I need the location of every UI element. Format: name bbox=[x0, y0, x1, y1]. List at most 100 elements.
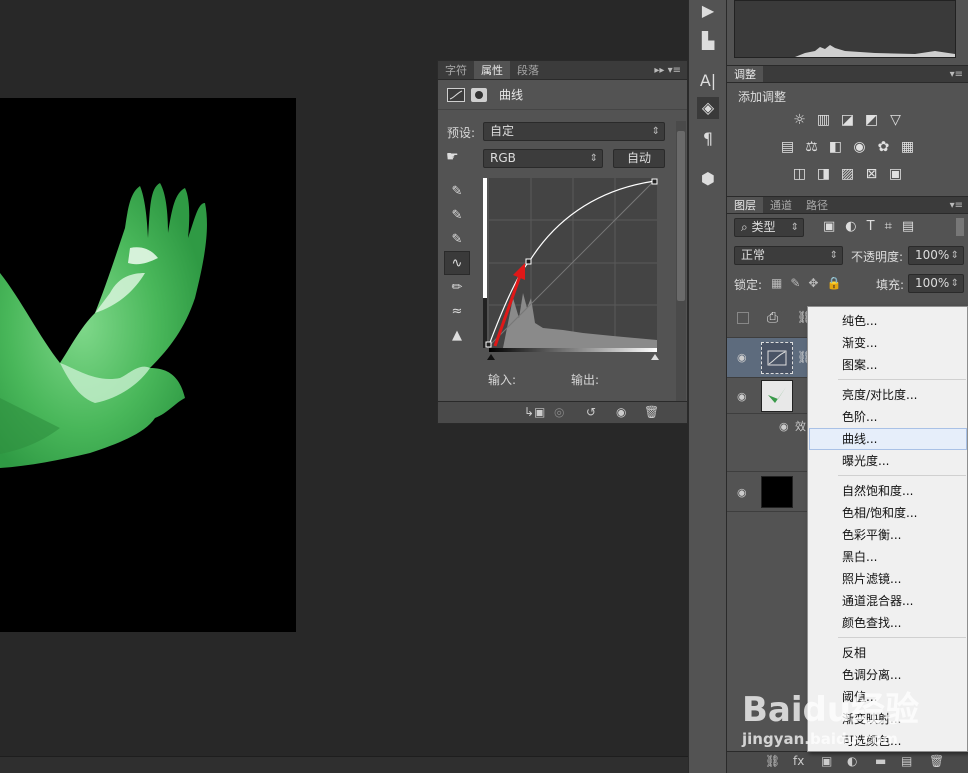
properties-icon[interactable]: ◈ bbox=[697, 97, 719, 119]
play-action-icon[interactable]: ▶ bbox=[697, 0, 719, 22]
character-icon[interactable]: A| bbox=[697, 70, 719, 92]
document-image[interactable] bbox=[0, 98, 296, 632]
tab-channels[interactable]: 通道 bbox=[763, 197, 799, 213]
clip-to-layer-icon[interactable]: ↳▣ bbox=[524, 405, 545, 419]
3d-icon[interactable]: ⬢ bbox=[697, 168, 719, 190]
menu-item-channel-mixer[interactable]: 通道混合器... bbox=[809, 590, 967, 612]
menu-item-color-lookup[interactable]: 颜色查找... bbox=[809, 612, 967, 634]
tab-character[interactable]: 字符 bbox=[438, 61, 474, 79]
selective-color-icon[interactable]: ▣ bbox=[887, 165, 904, 182]
on-image-adjust-icon[interactable]: ☛ bbox=[446, 149, 459, 165]
clipping-warning-icon[interactable]: ▲ bbox=[444, 323, 470, 347]
layer-filter-value: 类型 bbox=[751, 220, 776, 234]
curve-tools: ✎ ✎ ✎ ∿ ✏ ≈ ▲ bbox=[444, 179, 470, 347]
visibility-checkbox[interactable] bbox=[737, 312, 749, 324]
vibrance-icon[interactable]: ▽ bbox=[887, 111, 904, 128]
paragraph-icon[interactable]: ¶ bbox=[697, 128, 719, 150]
delete-layer-icon[interactable]: 🗑 bbox=[929, 754, 944, 768]
gradient-map-icon[interactable]: ⊠ bbox=[863, 165, 880, 182]
new-adjustment-icon[interactable]: ◐ bbox=[847, 754, 857, 768]
adjustments-row-2: ▤ ⚖ ◧ ◉ ✿ ▦ bbox=[727, 138, 968, 155]
adjustments-row-3: ◫ ◨ ▨ ⊠ ▣ bbox=[727, 165, 968, 182]
auto-button[interactable]: 自动 bbox=[613, 149, 665, 168]
reset-icon[interactable]: ↺ bbox=[586, 405, 596, 419]
panel-menu-icon[interactable]: ▸▸ ▾≡ bbox=[648, 61, 687, 79]
tab-properties[interactable]: 属性 bbox=[474, 61, 510, 79]
white-point-eyedropper-icon[interactable]: ✎ bbox=[444, 227, 470, 251]
levels-icon[interactable]: ▥ bbox=[815, 111, 832, 128]
menu-item-gradient[interactable]: 渐变... bbox=[809, 332, 967, 354]
eye-icon[interactable]: ◉ bbox=[737, 390, 747, 403]
pencil-draw-icon[interactable]: ✏ bbox=[444, 275, 470, 299]
menu-item-vibrance[interactable]: 自然饱和度... bbox=[809, 480, 967, 502]
menu-item-black-white[interactable]: 黑白... bbox=[809, 546, 967, 568]
hue-saturation-icon[interactable]: ▤ bbox=[779, 138, 796, 155]
color-balance-icon[interactable]: ⚖ bbox=[803, 138, 820, 155]
properties-scrollbar[interactable] bbox=[676, 121, 686, 401]
threshold-icon[interactable]: ▨ bbox=[839, 165, 856, 182]
menu-item-exposure[interactable]: 曝光度... bbox=[809, 450, 967, 472]
view-previous-icon[interactable]: ◎ bbox=[554, 405, 564, 419]
link-layers-icon[interactable]: ⛓ bbox=[765, 754, 780, 768]
menu-item-photo-filter[interactable]: 照片滤镜... bbox=[809, 568, 967, 590]
adjustments-menu-icon[interactable]: ▾≡ bbox=[945, 66, 968, 82]
channel-select[interactable]: RGB bbox=[483, 149, 603, 168]
blend-mode-select[interactable]: 正常 bbox=[734, 246, 843, 265]
edit-points-curve-icon[interactable]: ∿ bbox=[444, 251, 470, 275]
menu-item-brightness-contrast[interactable]: 亮度/对比度... bbox=[809, 384, 967, 406]
menu-separator bbox=[838, 475, 966, 476]
color-lookup-icon[interactable]: ▦ bbox=[899, 138, 916, 155]
visibility-eye-icon[interactable]: ◉ bbox=[616, 405, 626, 419]
new-group-icon[interactable]: ▬ bbox=[875, 754, 886, 768]
tab-paragraph[interactable]: 段落 bbox=[510, 61, 546, 79]
delete-trash-icon[interactable]: 🗑 bbox=[644, 405, 659, 419]
layers-menu-icon[interactable]: ▾≡ bbox=[945, 197, 968, 213]
invert-icon[interactable]: ◫ bbox=[791, 165, 808, 182]
channel-mixer-icon[interactable]: ✿ bbox=[875, 138, 892, 155]
filter-toggle[interactable] bbox=[956, 218, 964, 236]
menu-item-pattern[interactable]: 图案... bbox=[809, 354, 967, 376]
fill-label: 填充: bbox=[876, 278, 905, 292]
tab-layers[interactable]: 图层 bbox=[727, 197, 763, 213]
menu-item-invert[interactable]: 反相 bbox=[809, 642, 967, 664]
menu-item-hue-saturation[interactable]: 色相/饱和度... bbox=[809, 502, 967, 524]
fx-icon[interactable]: fx bbox=[793, 754, 804, 768]
menu-item-levels[interactable]: 色阶... bbox=[809, 406, 967, 428]
histogram-chart bbox=[735, 45, 955, 57]
posterize-icon[interactable]: ◨ bbox=[815, 165, 832, 182]
opacity-input[interactable]: 100% bbox=[908, 246, 964, 265]
layer-filter-select[interactable]: ⌕ 类型 bbox=[734, 218, 804, 237]
curves-icon[interactable]: ◪ bbox=[839, 111, 856, 128]
photo-filter-icon[interactable]: ◉ bbox=[851, 138, 868, 155]
tab-adjustments[interactable]: 调整 bbox=[727, 66, 763, 82]
collapse-icon[interactable]: ▸▸ bbox=[654, 65, 664, 76]
menu-item-color-balance[interactable]: 色彩平衡... bbox=[809, 524, 967, 546]
eye-icon[interactable]: ◉ bbox=[737, 486, 747, 499]
adjustments-tabs: 调整 ▾≡ bbox=[727, 65, 968, 83]
curves-adjustment-icon[interactable] bbox=[447, 87, 465, 102]
eye-icon[interactable]: ◉ bbox=[737, 351, 747, 364]
black-white-icon[interactable]: ◧ bbox=[827, 138, 844, 155]
menu-item-curves[interactable]: 曲线... bbox=[809, 428, 967, 450]
tab-paths[interactable]: 路径 bbox=[799, 197, 835, 213]
layer-mask-icon[interactable] bbox=[471, 87, 487, 102]
curves-graph[interactable] bbox=[483, 178, 663, 363]
lock-label: 锁定: bbox=[734, 278, 763, 292]
menu-separator bbox=[838, 379, 966, 380]
brightness-icon[interactable]: ☼ bbox=[791, 111, 808, 128]
add-mask-icon[interactable]: ▣ bbox=[821, 754, 832, 768]
fill-input[interactable]: 100% bbox=[908, 274, 964, 293]
smooth-curve-icon[interactable]: ≈ bbox=[444, 299, 470, 323]
new-layer-icon[interactable]: ▤ bbox=[901, 754, 912, 768]
dove-image bbox=[0, 183, 207, 468]
lock-icons[interactable]: ▦✎✥🔒 bbox=[771, 276, 849, 290]
exposure-icon[interactable]: ◩ bbox=[863, 111, 880, 128]
menu-item-solid-color[interactable]: 纯色... bbox=[809, 310, 967, 332]
layer-filter-icons[interactable]: ▣◐T⌗▤ bbox=[823, 219, 924, 234]
output-label: 输出: bbox=[571, 373, 600, 387]
preset-select[interactable]: 自定 bbox=[483, 122, 665, 141]
gray-point-eyedropper-icon[interactable]: ✎ bbox=[444, 203, 470, 227]
clone-source-icon[interactable]: ▙ bbox=[697, 30, 719, 52]
effect-eye-icon[interactable]: ◉ bbox=[779, 420, 789, 433]
black-point-eyedropper-icon[interactable]: ✎ bbox=[444, 179, 470, 203]
